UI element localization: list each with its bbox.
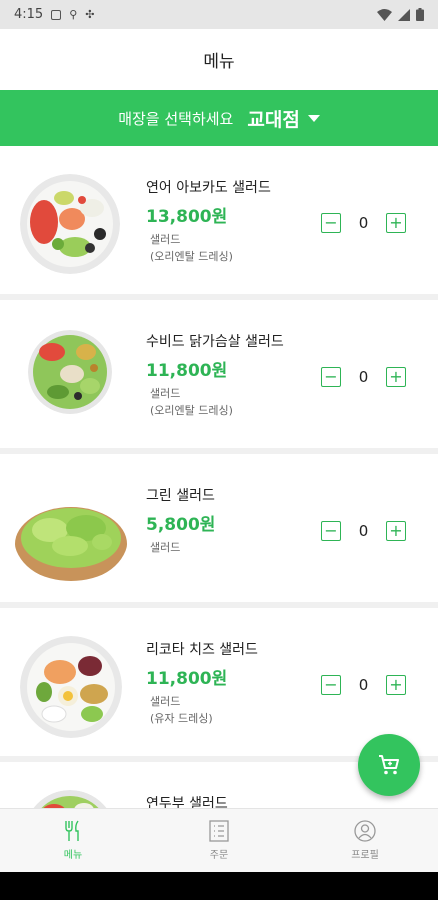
green-salad-image	[14, 494, 128, 582]
page-title: 메뉴	[203, 52, 235, 72]
status-time: 4:15	[14, 7, 44, 22]
menu-list[interactable]: 연어 아보카도 샐러드 13,800원 샐러드 (오리엔탈 드레싱) − 0 +	[0, 146, 438, 808]
minus-icon[interactable]: −	[321, 213, 341, 233]
tofu-salad-image	[24, 790, 116, 808]
nav-profile[interactable]: 프로필	[292, 809, 438, 872]
item-desc: 샐러드 (오리엔탈 드레싱)	[150, 385, 233, 419]
minus-icon[interactable]: −	[321, 675, 341, 695]
store-name[interactable]: 교대점	[247, 105, 299, 132]
minus-icon[interactable]: −	[321, 367, 341, 387]
minus-icon[interactable]: −	[321, 521, 341, 541]
item-category: 샐러드	[150, 695, 181, 708]
item-desc: 샐러드 (오리엔탈 드레싱)	[150, 231, 233, 265]
battery-icon	[416, 8, 424, 21]
nav-menu-label: 메뉴	[63, 850, 83, 861]
item-category: 샐러드	[150, 233, 181, 246]
item-category: 샐러드	[150, 541, 181, 554]
item-price: 13,800원	[146, 207, 228, 227]
usb-icon: ⚲	[69, 8, 78, 21]
fork-knife-icon	[65, 820, 79, 841]
cart-button[interactable]	[358, 734, 420, 796]
item-desc: 샐러드 (유자 드레싱)	[150, 693, 213, 727]
item-category: 샐러드	[150, 387, 181, 400]
status-bar: 4:15 ⚲ ✣	[0, 0, 438, 29]
store-prompt: 매장을 선택하세요	[118, 109, 234, 128]
nav-order-label: 주문	[209, 850, 229, 861]
status-left: 4:15 ⚲ ✣	[14, 7, 94, 22]
item-price: 5,800원	[146, 515, 216, 535]
item-name: 그린 샐러드	[146, 488, 215, 504]
quantity-value: 0	[358, 214, 369, 232]
status-right	[377, 8, 424, 21]
app-bar: 메뉴	[0, 29, 438, 90]
quantity-value: 0	[358, 368, 369, 386]
quantity-stepper: − 0 +	[321, 367, 406, 389]
item-name: 연어 아보카도 샐러드	[146, 180, 271, 196]
quantity-value: 0	[358, 522, 369, 540]
list-icon	[209, 820, 229, 842]
plus-icon[interactable]: +	[386, 213, 406, 233]
chevron-down-icon[interactable]	[307, 114, 320, 122]
item-dressing: (유자 드레싱)	[150, 712, 213, 725]
salmon-salad-image	[20, 174, 120, 274]
nav-profile-label: 프로필	[351, 850, 379, 861]
menu-item[interactable]: 리코타 치즈 샐러드 11,800원 샐러드 (유자 드레싱) − 0 +	[0, 608, 438, 756]
sync-icon: ✣	[85, 8, 95, 21]
quantity-value: 0	[358, 676, 369, 694]
item-name: 수비드 닭가슴살 샐러드	[146, 334, 284, 350]
item-desc: 샐러드	[150, 539, 180, 556]
person-icon	[354, 820, 376, 842]
item-name: 연두부 샐러드	[146, 796, 228, 808]
ricotta-salad-image	[20, 636, 122, 738]
item-price: 11,800원	[146, 669, 228, 689]
menu-item[interactable]: 수비드 닭가슴살 샐러드 11,800원 샐러드 (오리엔탈 드레싱) − 0 …	[0, 300, 438, 448]
wifi-icon	[377, 8, 392, 21]
item-dressing: (오리엔탈 드레싱)	[150, 404, 233, 417]
signal-icon	[398, 8, 410, 21]
item-dressing: (오리엔탈 드레싱)	[150, 250, 233, 263]
chicken-salad-image	[28, 330, 112, 414]
plus-icon[interactable]: +	[386, 521, 406, 541]
plus-icon[interactable]: +	[386, 675, 406, 695]
quantity-stepper: − 0 +	[321, 213, 406, 235]
nav-order[interactable]: 주문	[146, 809, 292, 872]
cart-icon	[379, 755, 399, 775]
nav-menu[interactable]: 메뉴	[0, 809, 146, 872]
store-selector[interactable]: 매장을 선택하세요 교대점	[0, 90, 438, 146]
plus-icon[interactable]: +	[386, 367, 406, 387]
item-price: 11,800원	[146, 361, 228, 381]
quantity-stepper: − 0 +	[321, 675, 406, 697]
system-nav-bar	[0, 872, 438, 900]
item-name: 리코타 치즈 샐러드	[146, 642, 258, 658]
notification-icon	[51, 9, 62, 20]
menu-item[interactable]: 연어 아보카도 샐러드 13,800원 샐러드 (오리엔탈 드레싱) − 0 +	[0, 146, 438, 294]
menu-item[interactable]: 그린 샐러드 5,800원 샐러드 − 0 +	[0, 454, 438, 602]
bottom-nav: 메뉴 주문 프로필	[0, 808, 438, 872]
quantity-stepper: − 0 +	[321, 521, 406, 543]
